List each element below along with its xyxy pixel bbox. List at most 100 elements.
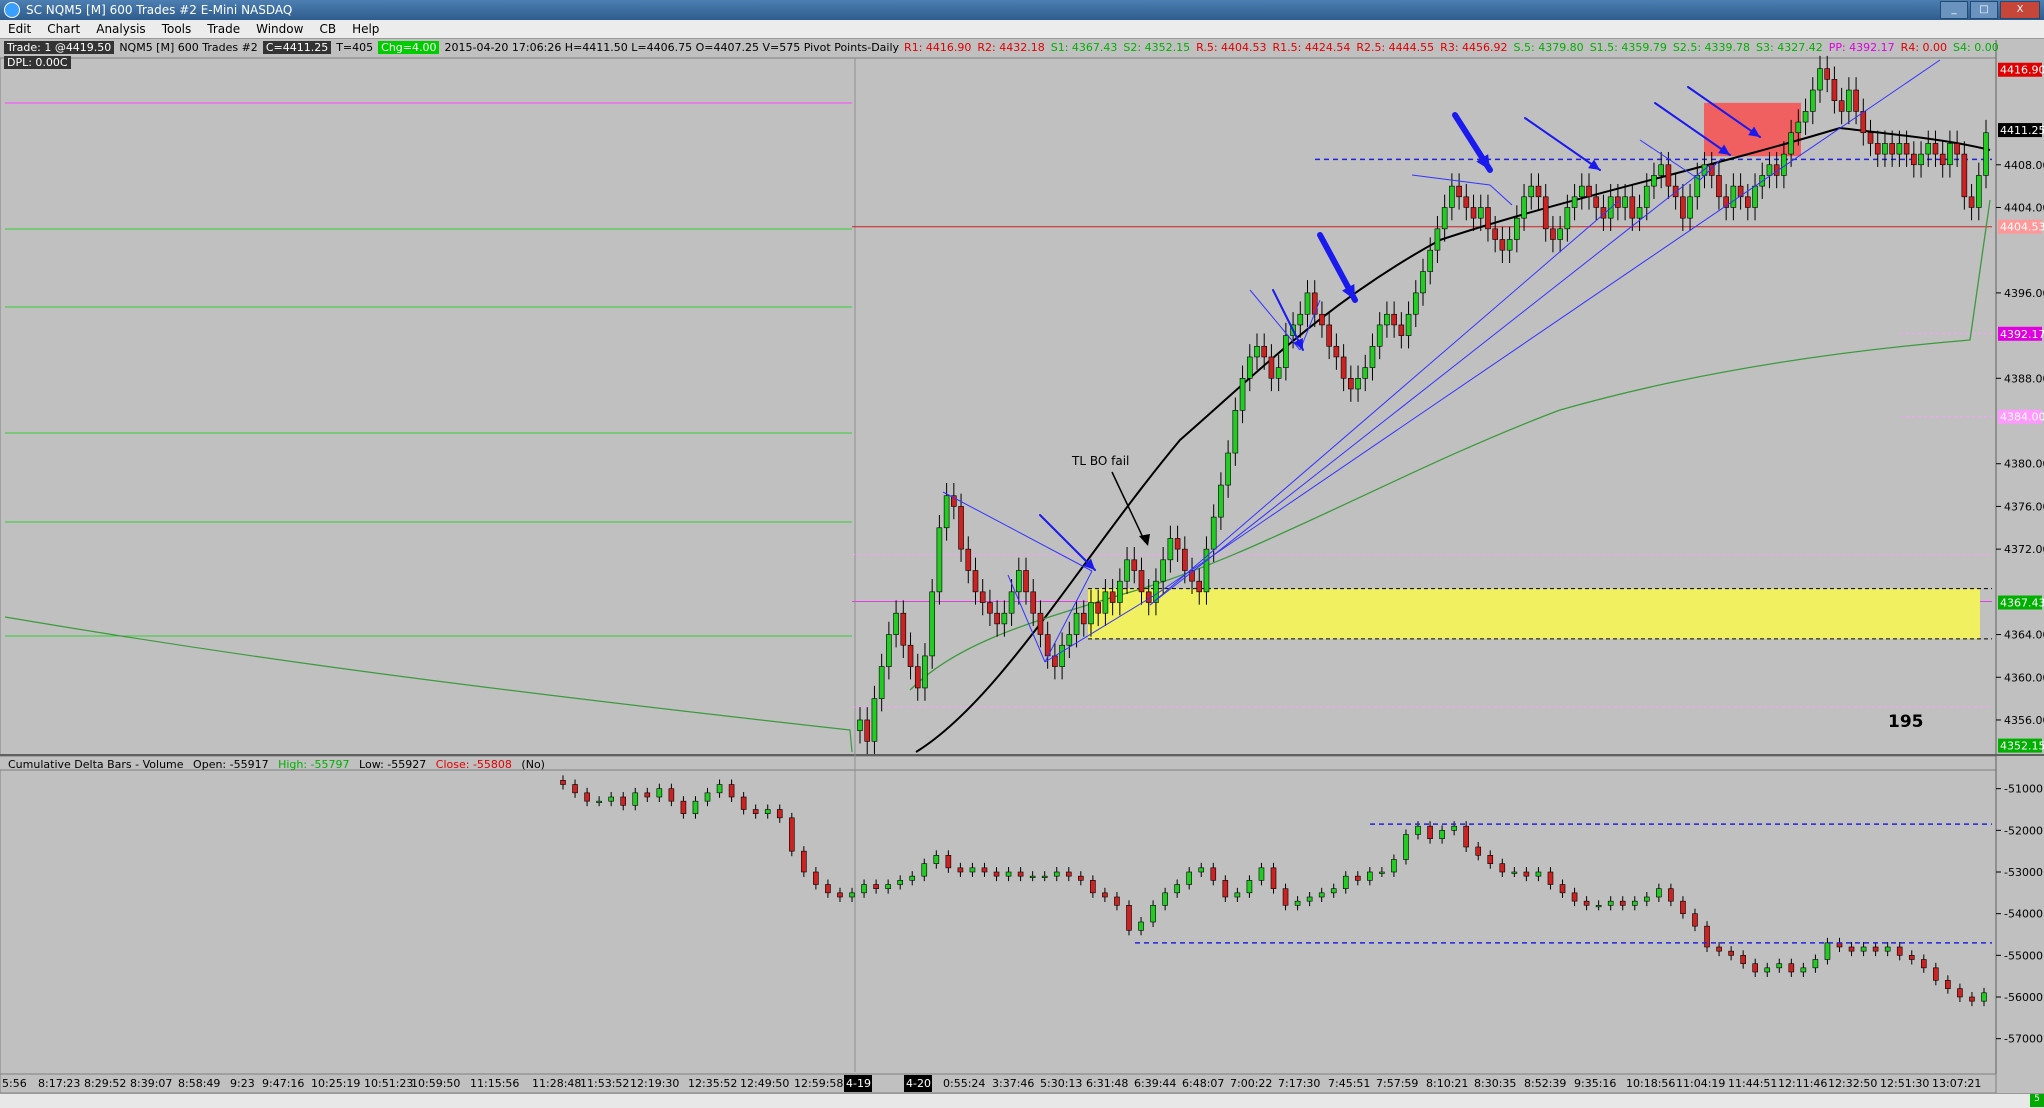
time-tick-label: 10:59:50 — [411, 1077, 460, 1090]
delta-candle — [1957, 988, 1963, 998]
menu-chart[interactable]: Chart — [39, 22, 88, 36]
delta-candle — [1920, 959, 1927, 969]
price-candle — [1102, 591, 1109, 614]
price-candle — [1167, 538, 1174, 561]
time-axis: 5:56 8:17:23 8:29:52 8:39:07 8:58:49 9:23 9:47… — [0, 1073, 1997, 1093]
price-tag-label: 4416.90 — [2000, 64, 2044, 77]
price-pane-frame — [0, 57, 1997, 757]
price-candle — [1853, 89, 1859, 112]
delta-candle — [1547, 871, 1554, 885]
delta-candle — [1824, 942, 1831, 960]
delta-candle — [1403, 834, 1409, 860]
delta-candle — [1571, 892, 1578, 902]
menu-help[interactable]: Help — [344, 22, 387, 36]
price-candle — [1008, 591, 1015, 614]
price-candle — [1961, 153, 1968, 198]
price-candle — [1355, 378, 1361, 390]
price-candle — [1405, 313, 1412, 336]
delta-candle — [1415, 825, 1421, 835]
delta-candle — [1704, 925, 1710, 948]
price-candle — [1369, 345, 1376, 368]
price-candle — [1117, 580, 1123, 603]
menu-window[interactable]: Window — [248, 22, 311, 36]
delta-candle — [885, 884, 891, 889]
delta-close: Close: -55808 — [435, 758, 512, 771]
delta-candle — [993, 871, 1000, 877]
symbol-readout: NQM5 [M] 600 Trades #2 — [119, 41, 258, 54]
delta-axis: -51000 -52000 -53000 -54000 -55000 -56000 -570… — [1996, 783, 2043, 1046]
price-candle — [1687, 196, 1693, 219]
price-candle — [1015, 570, 1022, 593]
menu-tools[interactable]: Tools — [154, 22, 200, 36]
price-candle — [1889, 143, 1895, 155]
chart-status-line: Trade: 1 @4419.50 NQM5 [M] 600 Trades #2… — [0, 39, 2000, 56]
delta-candle — [1258, 867, 1265, 881]
menu-edit[interactable]: Edit — [0, 22, 39, 36]
delta-candle — [1379, 871, 1385, 874]
delta-candle — [608, 796, 614, 802]
price-candle — [1304, 292, 1311, 315]
window-titlebar[interactable]: SC NQM5 [M] 600 Trades #2 E-Mini NASDAQ … — [0, 0, 2044, 20]
time-tick-label: 8:30:35 — [1474, 1077, 1516, 1090]
delta-high: High: -55797 — [278, 758, 350, 771]
minimize-button[interactable]: _ — [1940, 1, 1968, 19]
close-readout: C=4411.25 — [262, 41, 332, 54]
price-candle — [1376, 324, 1383, 347]
price-candle — [1434, 228, 1441, 251]
delta-candle — [620, 796, 627, 806]
price-candle — [1182, 548, 1188, 571]
delta-candle — [1692, 913, 1698, 927]
menu-analysis[interactable]: Analysis — [88, 22, 153, 36]
price-candle — [972, 570, 979, 593]
price-candle — [1535, 185, 1542, 198]
price-candle — [1196, 580, 1203, 593]
price-candle — [1665, 164, 1672, 187]
delta-candle — [1005, 871, 1012, 877]
delta-candle — [1318, 892, 1325, 898]
price-candle — [878, 666, 885, 699]
pivot-readout: R2.5: 4444.55 — [1356, 41, 1435, 54]
price-tick-label: 4364.00 — [2004, 629, 2044, 642]
price-candle — [1550, 228, 1556, 240]
price-candle — [1275, 367, 1282, 379]
delta-candle — [1631, 900, 1638, 906]
delta-candle — [1367, 871, 1373, 881]
close-button[interactable]: X — [2000, 1, 2040, 19]
price-candle — [1651, 175, 1657, 187]
price-candle — [1925, 143, 1932, 155]
time-tick-label: 12:35:52 — [688, 1077, 737, 1090]
time-tick-label: 5:30:13 — [1040, 1077, 1082, 1090]
pivot-readout: R4: 0.00 — [1900, 41, 1948, 54]
horizontal-scrollbar[interactable]: 5 — [0, 1093, 2044, 1108]
price-chart[interactable]: 4408.00 4404.00 4396.00 4388.00 4380.00 4376.… — [0, 0, 2044, 1093]
delta-candle — [1210, 867, 1217, 881]
price-candle — [929, 591, 935, 657]
delta-candles[interactable] — [560, 775, 1993, 1007]
delta-candle — [981, 867, 988, 873]
price-candle — [1593, 196, 1600, 208]
delta-candle — [1065, 871, 1072, 877]
menu-trade[interactable]: Trade — [199, 22, 248, 36]
delta-candle — [668, 788, 675, 802]
delta-candle — [680, 800, 687, 814]
scroll-end-box[interactable]: 5 — [2030, 1094, 2044, 1107]
maximize-button[interactable]: □ — [1970, 1, 1998, 19]
price-candle — [1283, 335, 1289, 368]
price-candle — [1420, 271, 1426, 294]
menu-cb[interactable]: CB — [311, 22, 344, 36]
price-tag-label: 4367.43 — [2000, 597, 2044, 610]
pivot-readout: S2.5: 4339.78 — [1672, 41, 1751, 54]
delta-candle — [776, 809, 783, 819]
price-candle — [1449, 185, 1455, 208]
delta-candle — [1475, 846, 1482, 856]
delta-candle — [1126, 905, 1132, 931]
delta-low: Low: -55927 — [359, 758, 427, 771]
price-candle — [1131, 559, 1138, 571]
price-candle — [1225, 452, 1231, 486]
delta-open: Open: -55917 — [193, 758, 269, 771]
dpl-readout: DPL: 0.00C — [4, 56, 71, 69]
price-candle — [1073, 612, 1080, 635]
price-candle — [1564, 207, 1571, 230]
delta-candle — [1535, 871, 1542, 877]
price-candle — [1297, 313, 1304, 326]
